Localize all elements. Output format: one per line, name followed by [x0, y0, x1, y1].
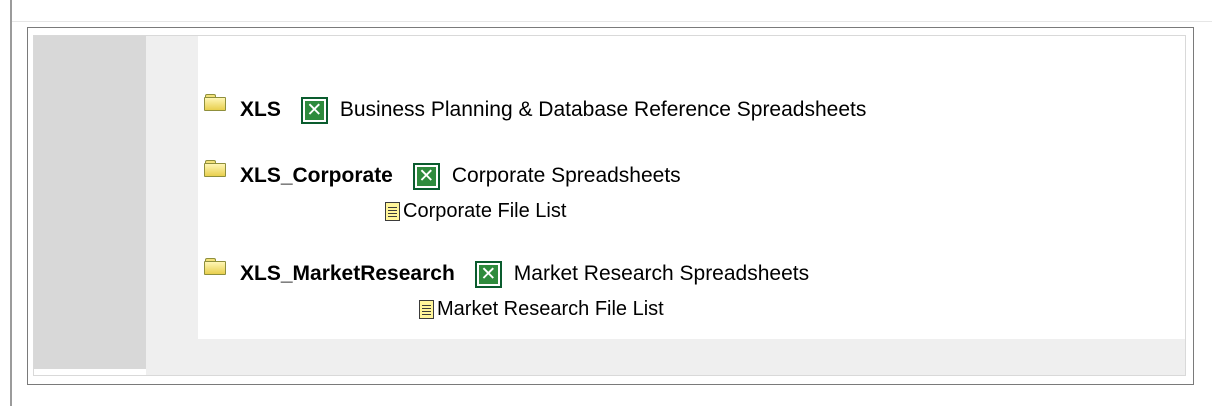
footer-band — [146, 339, 1185, 375]
folder-description: Market Research Spreadsheets — [513, 262, 810, 285]
excel-icon[interactable]: ✕ — [412, 162, 440, 190]
folder-description: Corporate Spreadsheets — [451, 164, 681, 187]
indent-column — [146, 36, 198, 369]
market-research-file-list-link[interactable]: Market Research File List — [437, 298, 664, 321]
folder-link-xls-marketresearch[interactable]: XLS_MarketResearch — [240, 262, 455, 286]
directory-panel: XLS ✕ Business Planning & Database Refer… — [27, 27, 1194, 385]
left-sidebar-column — [34, 36, 146, 369]
file-list-row-corporate[interactable]: Corporate File List — [385, 198, 566, 224]
folder-icon[interactable] — [204, 258, 226, 275]
folder-row-xls-corporate: XLS_Corporate ✕ Corporate Spreadsheets — [204, 156, 681, 196]
folder-link-xls[interactable]: XLS — [240, 98, 281, 122]
folder-icon[interactable] — [204, 160, 226, 177]
text-document-icon[interactable] — [385, 201, 400, 221]
folder-description: Business Planning & Database Reference S… — [339, 98, 867, 121]
left-border — [10, 0, 12, 406]
folder-link-xls-corporate[interactable]: XLS_Corporate — [240, 164, 393, 188]
directory-listing: XLS ✕ Business Planning & Database Refer… — [198, 36, 1185, 339]
folder-row-xls-marketresearch: XLS_MarketResearch ✕ Market Research Spr… — [204, 254, 809, 294]
directory-panel-inner: XLS ✕ Business Planning & Database Refer… — [33, 35, 1186, 376]
top-divider — [10, 0, 1212, 22]
folder-icon[interactable] — [204, 94, 226, 111]
folder-row-xls: XLS ✕ Business Planning & Database Refer… — [204, 90, 866, 130]
corporate-file-list-link[interactable]: Corporate File List — [403, 200, 566, 223]
excel-icon[interactable]: ✕ — [300, 96, 328, 124]
excel-icon[interactable]: ✕ — [474, 260, 502, 288]
text-document-icon[interactable] — [419, 299, 434, 319]
file-list-row-marketresearch[interactable]: Market Research File List — [419, 296, 664, 322]
